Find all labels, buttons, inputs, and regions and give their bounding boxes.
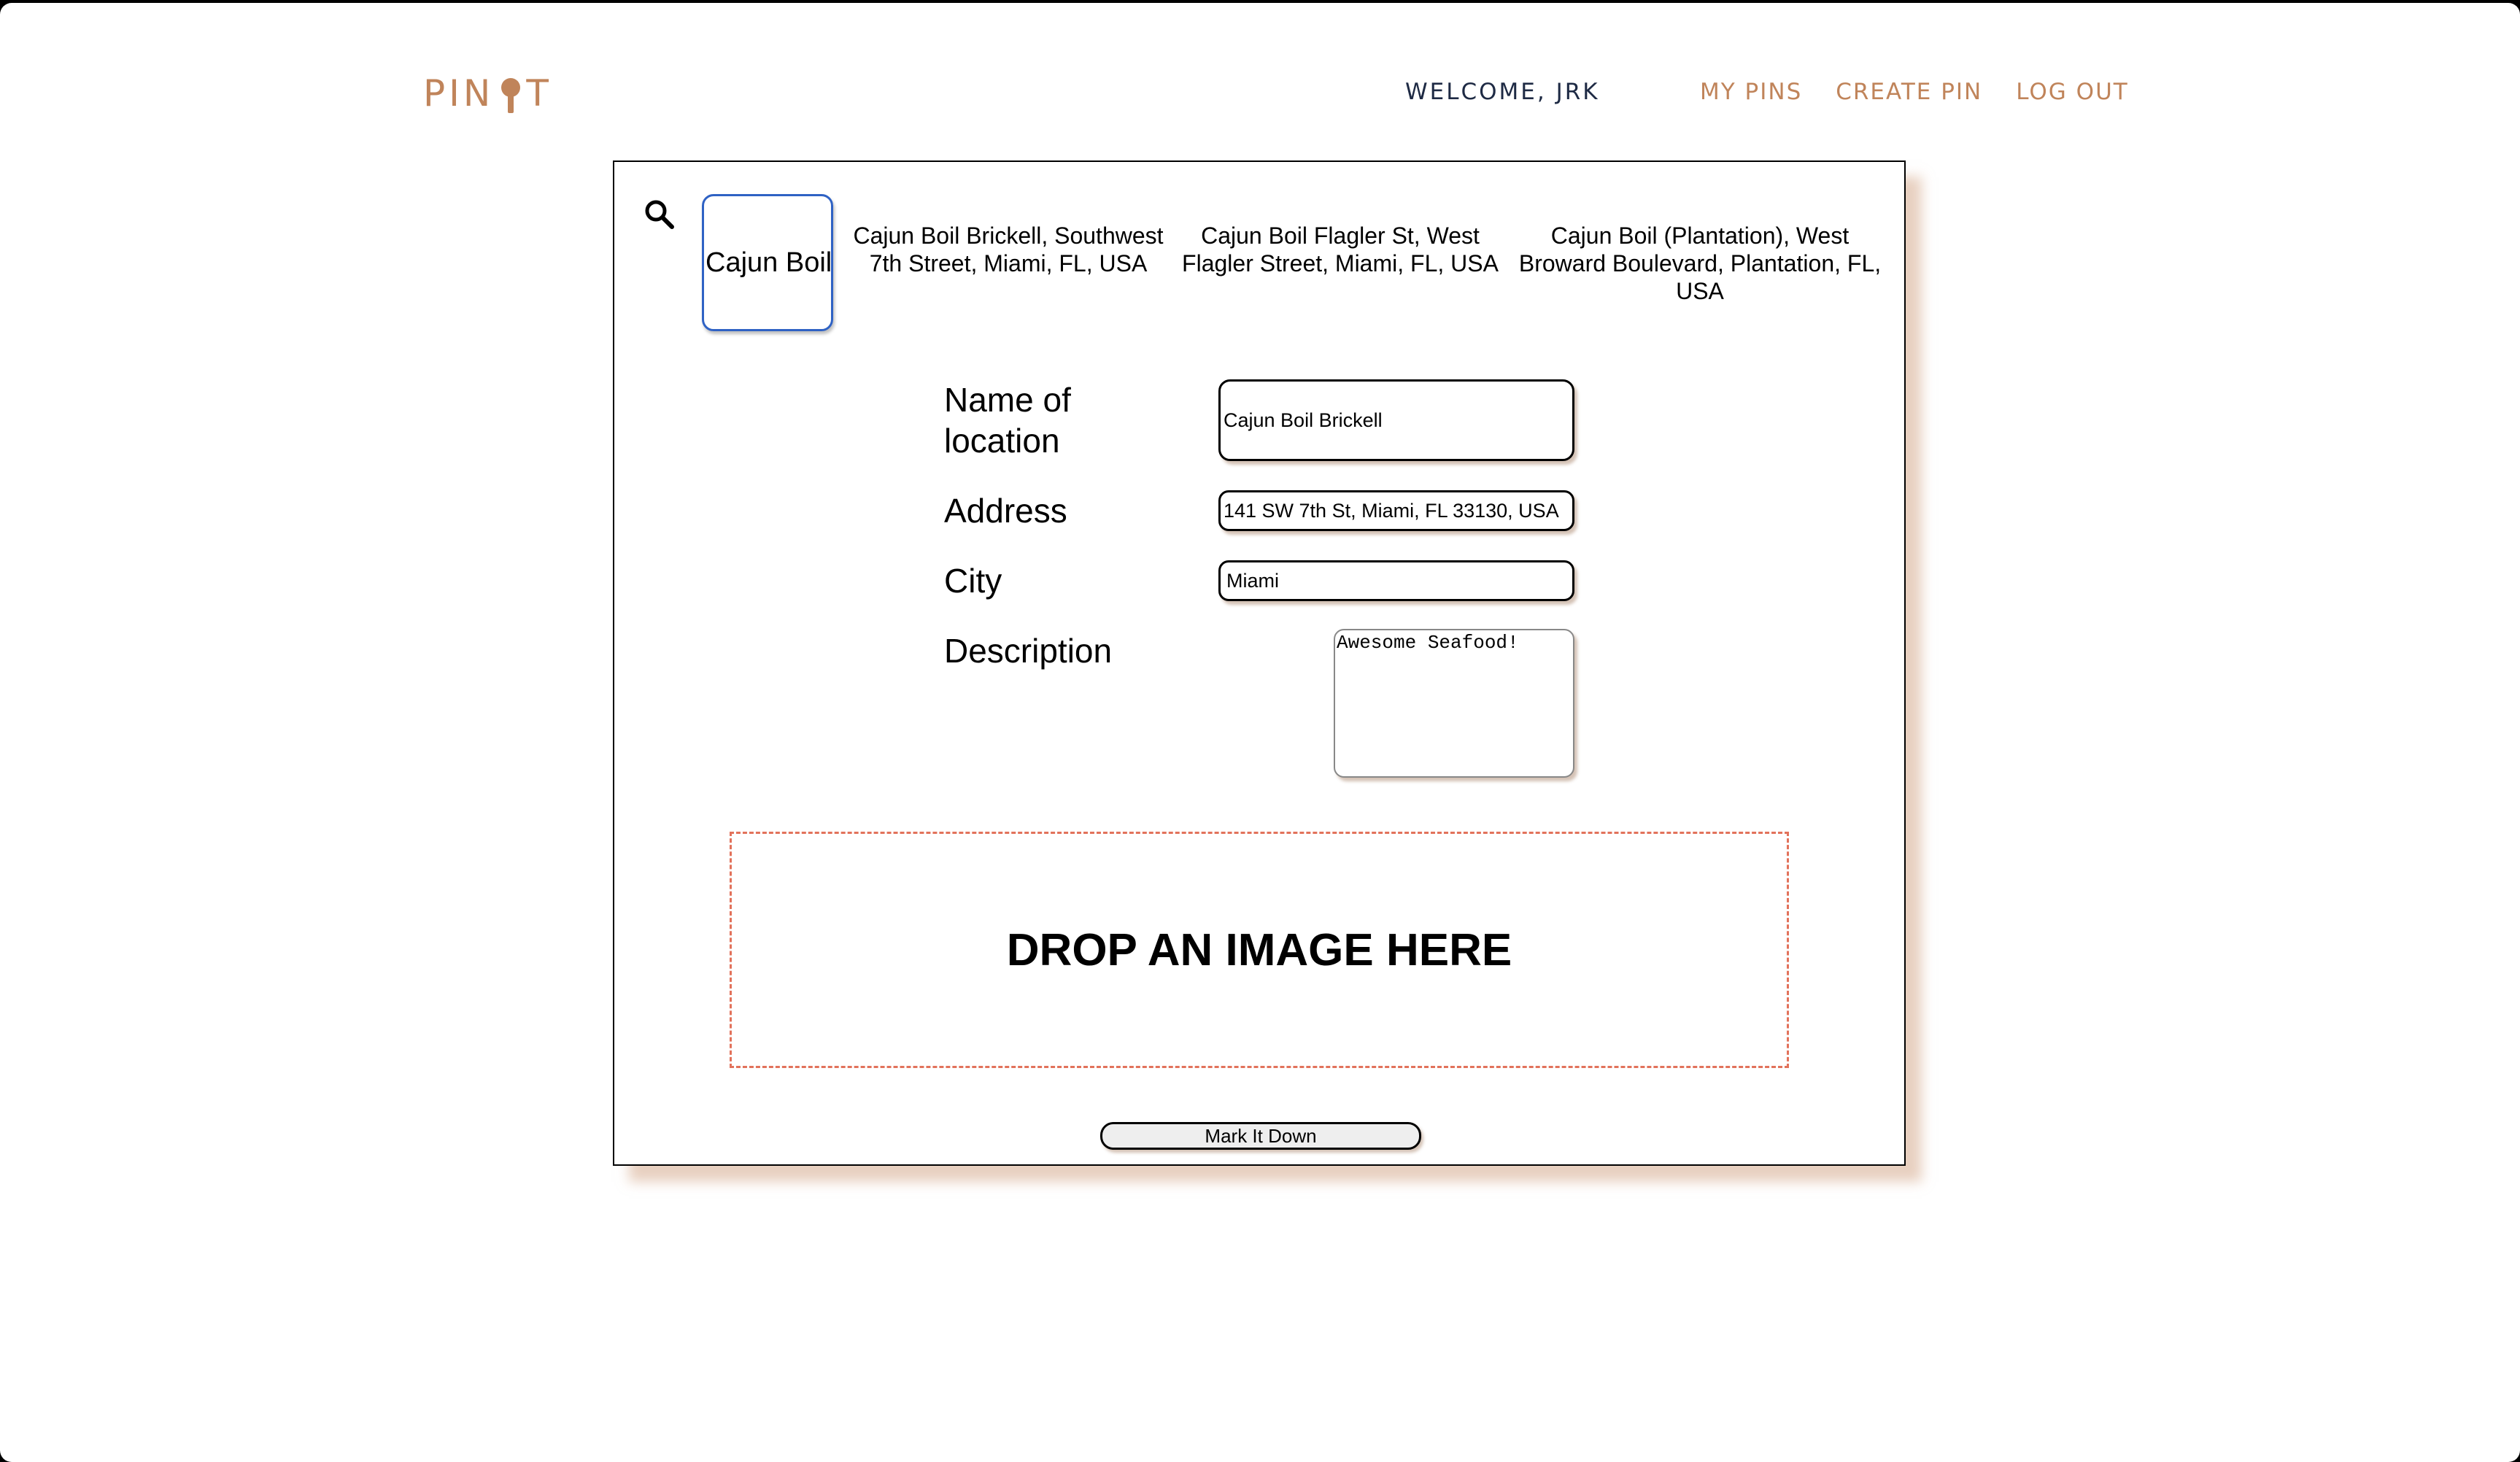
- search-suggestion[interactable]: Cajun Boil Brickell, Southwest 7th Stree…: [848, 222, 1169, 277]
- logo-text-right: T: [526, 72, 552, 115]
- welcome-message: WELCOME, JRK: [1405, 79, 1600, 105]
- city-label: City: [944, 562, 1002, 600]
- description-field[interactable]: Awesome Seafood!: [1334, 629, 1574, 778]
- address-label: Address: [944, 492, 1067, 530]
- create-pin-card: Cajun Boil Cajun Boil Brickell, Southwes…: [613, 160, 1906, 1166]
- search-icon[interactable]: [643, 198, 676, 231]
- pin-icon: [498, 74, 523, 113]
- image-drop-zone[interactable]: DROP AN IMAGE HERE: [730, 832, 1789, 1068]
- search-suggestion[interactable]: Cajun Boil (Plantation), West Broward Bo…: [1510, 222, 1890, 305]
- top-nav: MY PINS CREATE PIN LOG OUT: [1700, 79, 2129, 105]
- name-field[interactable]: [1218, 379, 1574, 461]
- location-search-input[interactable]: Cajun Boil: [702, 194, 833, 331]
- logo[interactable]: PIN T: [423, 70, 552, 117]
- search-suggestion[interactable]: Cajun Boil Flagler St, West Flagler Stre…: [1176, 222, 1504, 277]
- nav-my-pins[interactable]: MY PINS: [1700, 79, 1802, 105]
- address-field[interactable]: [1218, 490, 1574, 531]
- logo-text-left: PIN: [423, 72, 495, 115]
- nav-create-pin[interactable]: CREATE PIN: [1836, 79, 1982, 105]
- description-label: Description: [944, 632, 1113, 670]
- city-field[interactable]: [1218, 560, 1574, 601]
- nav-log-out[interactable]: LOG OUT: [2016, 79, 2128, 105]
- mark-it-down-button[interactable]: Mark It Down: [1100, 1122, 1421, 1150]
- page: PIN T WELCOME, JRK MY PINS CREATE PIN LO…: [0, 3, 2520, 1462]
- name-label: Name of location: [944, 381, 1071, 460]
